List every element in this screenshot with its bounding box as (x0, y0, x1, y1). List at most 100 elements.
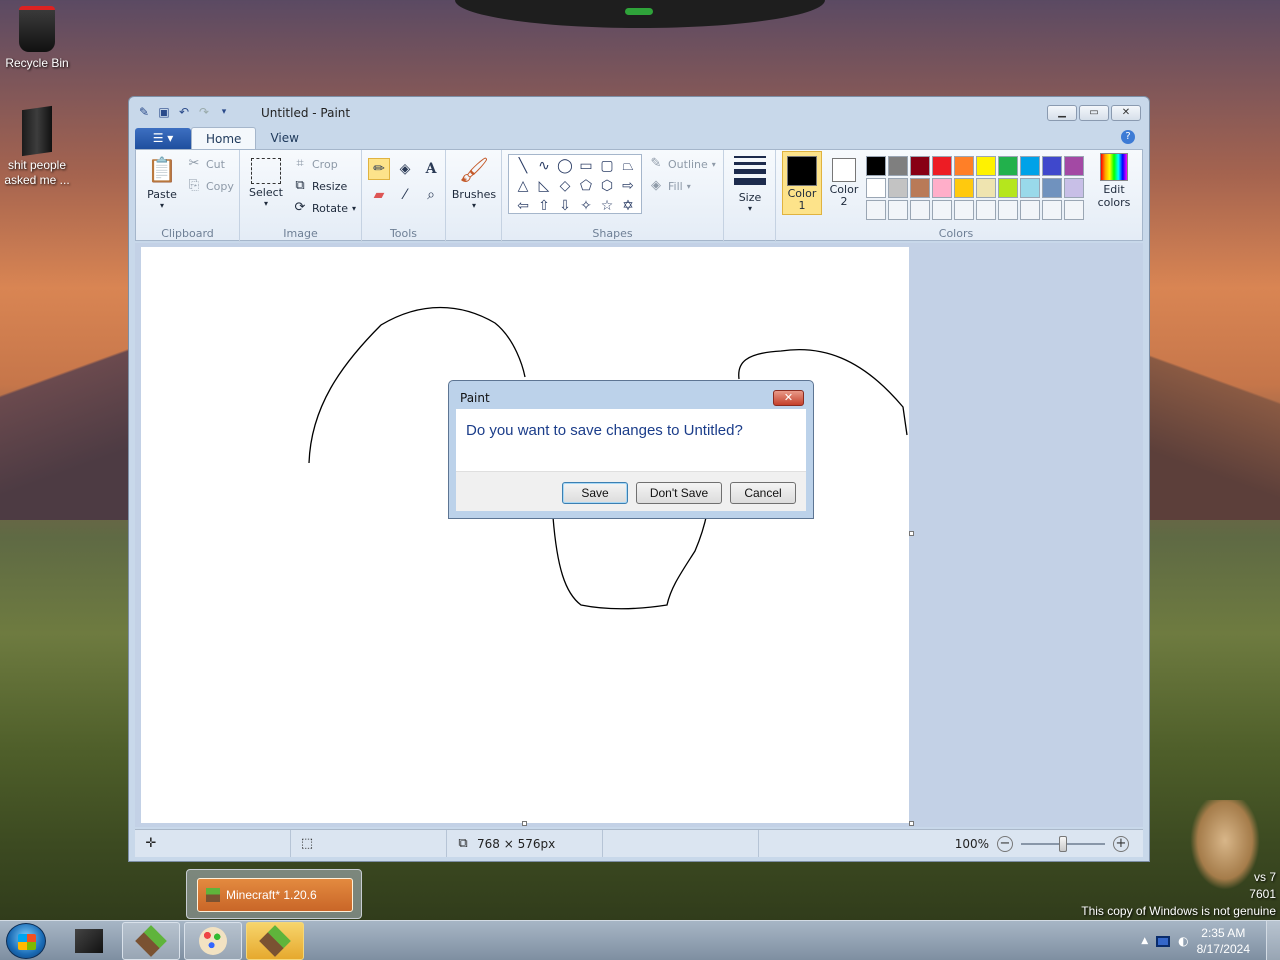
palette-swatch[interactable] (954, 200, 974, 220)
zoom-slider[interactable] (1021, 836, 1105, 852)
rotate-button[interactable]: ⟳ Rotate ▾ (292, 200, 356, 216)
palette-swatch[interactable] (976, 200, 996, 220)
five-point-star-icon[interactable]: ☆ (597, 197, 617, 216)
paste-button[interactable]: 📋 Paste ▾ (142, 154, 182, 210)
taskbar-app-minecraft[interactable] (246, 922, 304, 960)
drawing-canvas[interactable] (141, 247, 909, 823)
volume-icon[interactable]: ◐ (1178, 934, 1188, 948)
start-button[interactable] (6, 923, 46, 959)
cut-button[interactable]: ✂ Cut (186, 156, 225, 172)
palette-swatch[interactable] (932, 200, 952, 220)
palette-swatch[interactable] (932, 178, 952, 198)
select-button[interactable]: Select ▾ (246, 154, 286, 208)
palette-swatch[interactable] (866, 178, 886, 198)
pentagon-shape-icon[interactable]: ⬠ (576, 177, 596, 196)
palette-swatch[interactable] (1020, 200, 1040, 220)
curve-shape-icon[interactable]: ∿ (534, 157, 554, 176)
save-button[interactable]: Save (562, 482, 628, 504)
down-arrow-shape-icon[interactable]: ⇩ (555, 197, 575, 216)
dont-save-button[interactable]: Don't Save (636, 482, 722, 504)
size-button[interactable]: Size ▾ (730, 154, 770, 213)
palette-swatch[interactable] (888, 178, 908, 198)
palette-swatch[interactable] (932, 156, 952, 176)
palette-swatch[interactable] (1042, 178, 1062, 198)
cancel-button[interactable]: Cancel (730, 482, 796, 504)
color-1-button[interactable]: Color 1 (782, 151, 822, 215)
taskbar-thumbnail[interactable]: Minecraft* 1.20.6 (186, 869, 362, 919)
resize-handle-right[interactable] (909, 531, 914, 536)
palette-swatch[interactable] (866, 156, 886, 176)
outline-button[interactable]: ✎ Outline ▾ (648, 156, 716, 172)
network-icon[interactable] (1156, 935, 1171, 947)
thumbnail-item[interactable]: Minecraft* 1.20.6 (197, 878, 353, 912)
resize-handle-bottom[interactable] (522, 821, 527, 826)
palette-swatch[interactable] (976, 156, 996, 176)
fill-button[interactable]: ◈ Fill ▾ (648, 178, 691, 194)
paint-menu-button[interactable]: ☰ ▾ (135, 128, 191, 149)
crop-button[interactable]: ⌗ Crop (292, 156, 337, 172)
save-icon[interactable]: ▣ (157, 105, 171, 119)
palette-swatch[interactable] (910, 178, 930, 198)
palette-swatch[interactable] (998, 156, 1018, 176)
palette-swatch[interactable] (1020, 156, 1040, 176)
tab-home[interactable]: Home (191, 127, 257, 149)
magnifier-icon[interactable]: ⌕ (420, 184, 442, 206)
line-shape-icon[interactable]: ╲ (513, 157, 533, 176)
palette-swatch[interactable] (1020, 178, 1040, 198)
shapes-gallery[interactable]: ╲ ∿ ◯ ▭ ▢ ⏢ △ ◺ ◇ ⬠ ⬡ ⇨ ⇦ ⇧ ⇩ ✧ ☆ ✡ (508, 154, 642, 214)
rectangle-shape-icon[interactable]: ▭ (576, 157, 596, 176)
help-icon[interactable]: ? (1121, 130, 1135, 144)
palette-swatch[interactable] (1064, 156, 1084, 176)
redo-icon[interactable]: ↷ (197, 105, 211, 119)
polygon-shape-icon[interactable]: ⏢ (618, 157, 638, 176)
palette-swatch[interactable] (866, 200, 886, 220)
rounded-rectangle-shape-icon[interactable]: ▢ (597, 157, 617, 176)
palette-swatch[interactable] (910, 156, 930, 176)
palette-swatch[interactable] (954, 156, 974, 176)
close-button[interactable]: ✕ (1111, 105, 1141, 121)
palette-swatch[interactable] (888, 200, 908, 220)
palette-swatch[interactable] (1064, 178, 1084, 198)
taskbar-app-minecraft-launcher[interactable] (122, 922, 180, 960)
show-hidden-icons[interactable]: ▲ (1141, 936, 1148, 946)
hexagon-shape-icon[interactable]: ⬡ (597, 177, 617, 196)
left-arrow-shape-icon[interactable]: ⇦ (513, 197, 533, 216)
palette-swatch[interactable] (888, 156, 908, 176)
brushes-button[interactable]: 🖌 Brushes ▾ (450, 154, 498, 210)
undo-icon[interactable]: ↶ (177, 105, 191, 119)
up-arrow-shape-icon[interactable]: ⇧ (534, 197, 554, 216)
copy-button[interactable]: ⎘ Copy (186, 178, 234, 194)
resize-handle-corner[interactable] (909, 821, 914, 826)
zoom-in-icon[interactable]: + (1113, 836, 1129, 852)
eraser-icon[interactable]: ▰ (368, 184, 390, 206)
clock[interactable]: 2:35 AM 8/17/2024 (1197, 925, 1250, 957)
right-triangle-shape-icon[interactable]: ◺ (534, 177, 554, 196)
oval-shape-icon[interactable]: ◯ (555, 157, 575, 176)
resize-button[interactable]: ⧉ Resize (292, 178, 347, 194)
paint-app-icon[interactable]: ✎ (137, 105, 151, 119)
palette-swatch[interactable] (1042, 156, 1062, 176)
text-icon[interactable]: A (420, 158, 442, 180)
palette-swatch[interactable] (998, 178, 1018, 198)
fill-bucket-icon[interactable]: ◈ (394, 158, 416, 180)
desktop-icon-recycle-bin[interactable]: Recycle Bin (0, 6, 77, 70)
palette-swatch[interactable] (976, 178, 996, 198)
title-bar[interactable]: ✎ ▣ ↶ ↷ ▾ Untitled - Paint ▁ ▭ ✕ (129, 97, 1149, 127)
four-point-star-icon[interactable]: ✧ (576, 197, 596, 216)
customize-qat-icon[interactable]: ▾ (217, 105, 231, 119)
triangle-shape-icon[interactable]: △ (513, 177, 533, 196)
palette-swatch[interactable] (1064, 200, 1084, 220)
palette-swatch[interactable] (1042, 200, 1062, 220)
taskbar-app-paint[interactable] (184, 922, 242, 960)
zoom-slider-knob[interactable] (1059, 836, 1067, 852)
zoom-out-icon[interactable]: − (997, 836, 1013, 852)
pencil-icon[interactable]: ✏ (368, 158, 390, 180)
right-arrow-shape-icon[interactable]: ⇨ (618, 177, 638, 196)
minimize-button[interactable]: ▁ (1047, 105, 1077, 121)
edit-colors-button[interactable]: Edit colors (1094, 153, 1134, 209)
dialog-close-button[interactable]: ✕ (773, 390, 804, 406)
six-point-star-icon[interactable]: ✡ (618, 197, 638, 216)
palette-swatch[interactable] (910, 200, 930, 220)
diamond-shape-icon[interactable]: ◇ (555, 177, 575, 196)
color-2-button[interactable]: Color 2 (824, 151, 864, 215)
